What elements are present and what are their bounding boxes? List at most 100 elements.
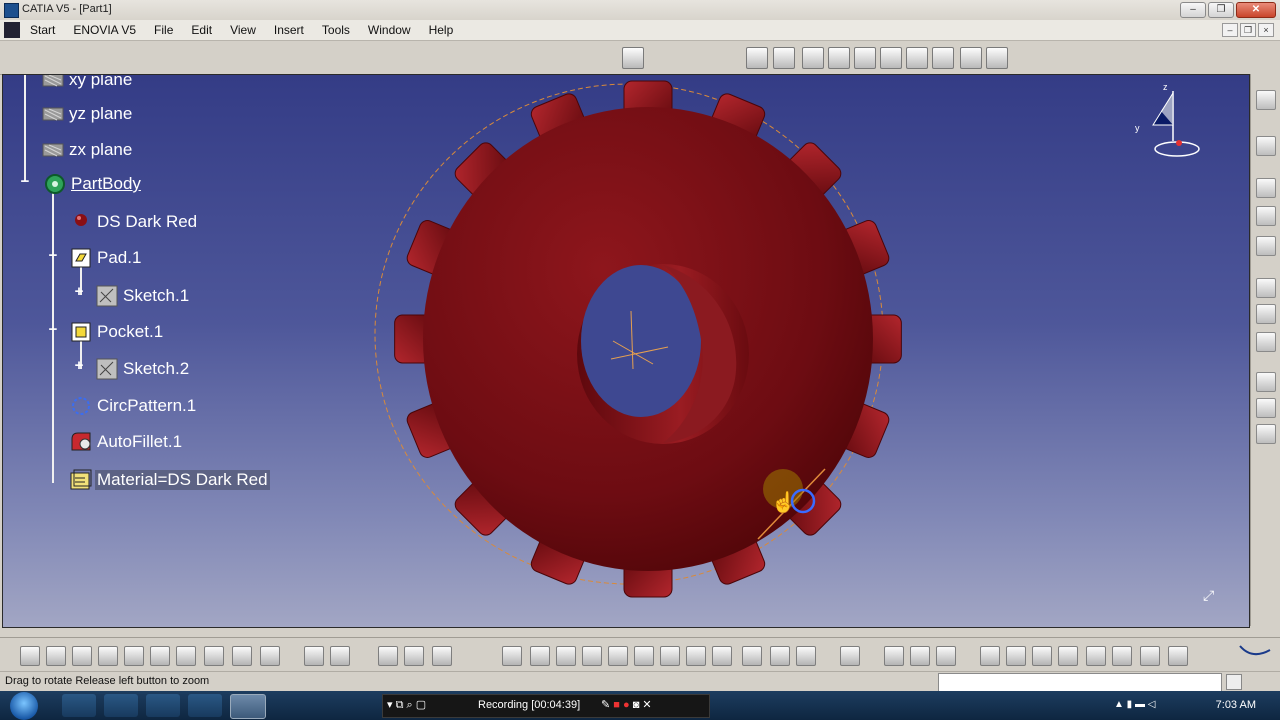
command-toggle-button[interactable]: [1226, 674, 1242, 690]
shading-icon[interactable]: [742, 646, 762, 666]
menu-insert[interactable]: Insert: [265, 20, 313, 40]
expand-sketch2-icon[interactable]: +: [72, 358, 86, 373]
menu-file[interactable]: File: [145, 20, 182, 40]
rotate-icon[interactable]: [582, 646, 602, 666]
plane-view-icon[interactable]: [1168, 646, 1188, 666]
multi-section-icon[interactable]: [960, 47, 982, 69]
close-button[interactable]: ✕: [1236, 2, 1276, 18]
print-icon[interactable]: [98, 646, 118, 666]
3d-viewport[interactable]: ☝ xy plane yz plane zx plane − PartBody …: [2, 74, 1250, 628]
line-icon[interactable]: [1256, 304, 1276, 324]
swap-space-icon[interactable]: [796, 646, 816, 666]
tree-node-sketch2[interactable]: Sketch.2: [95, 356, 191, 382]
open-file-icon[interactable]: [46, 646, 66, 666]
measure-inertia-icon[interactable]: [936, 646, 956, 666]
text-annotation-icon[interactable]: [1256, 178, 1276, 198]
tree-node-autofillet1[interactable]: AutoFillet.1: [69, 429, 184, 455]
render-icon[interactable]: [1006, 646, 1026, 666]
removed-multi-section-icon[interactable]: [986, 47, 1008, 69]
doc-restore-button[interactable]: ❐: [1240, 23, 1256, 37]
stiffener-icon[interactable]: [932, 47, 954, 69]
new-file-icon[interactable]: [20, 646, 40, 666]
tree-node-material[interactable]: Material=DS Dark Red: [69, 467, 270, 493]
select-arrow-icon[interactable]: [1256, 136, 1276, 156]
plane-tool-icon[interactable]: [1256, 332, 1276, 352]
recorder-menu-icon[interactable]: ▾ ⧉ ⌕ ▢: [387, 698, 426, 712]
vlc-icon[interactable]: [188, 694, 222, 717]
explorer-icon[interactable]: [104, 694, 138, 717]
maximize-button[interactable]: ❐: [1208, 2, 1234, 18]
cut-icon[interactable]: [124, 646, 144, 666]
zoom-in-icon[interactable]: [608, 646, 628, 666]
zoom-out-icon[interactable]: [634, 646, 654, 666]
pan-icon[interactable]: [556, 646, 576, 666]
catia-taskbar-icon[interactable]: [230, 694, 266, 719]
doc-minimize-button[interactable]: –: [1222, 23, 1238, 37]
axis-system-icon[interactable]: [1032, 646, 1052, 666]
paste-icon[interactable]: [176, 646, 196, 666]
menu-edit[interactable]: Edit: [182, 20, 221, 40]
rib-icon[interactable]: [880, 47, 902, 69]
measure-icon[interactable]: [1256, 236, 1276, 256]
menu-help[interactable]: Help: [420, 20, 463, 40]
tree-node-pad1[interactable]: Pad.1: [69, 245, 143, 271]
menu-enovia[interactable]: ENOVIA V5: [64, 20, 145, 40]
tree-node-xy-plane[interactable]: xy plane: [41, 75, 134, 93]
menu-window[interactable]: Window: [359, 20, 420, 40]
publication-icon[interactable]: [432, 646, 452, 666]
undo-icon[interactable]: [204, 646, 224, 666]
hole-icon[interactable]: [828, 47, 850, 69]
pocket-icon[interactable]: [773, 47, 795, 69]
collapse-pocket-icon[interactable]: −: [46, 322, 60, 337]
tree-node-sketch1[interactable]: Sketch.1: [95, 283, 191, 309]
slot-icon[interactable]: [906, 47, 928, 69]
hide-show-icon[interactable]: [770, 646, 790, 666]
point-icon[interactable]: [1256, 278, 1276, 298]
tree-node-partbody[interactable]: PartBody: [43, 171, 143, 197]
catalog-icon[interactable]: [378, 646, 398, 666]
menu-view[interactable]: View: [221, 20, 265, 40]
tree-node-ds-dark-red[interactable]: DS Dark Red: [69, 209, 199, 235]
sketch-analysis-icon[interactable]: [1112, 646, 1132, 666]
flag-note-icon[interactable]: [1256, 206, 1276, 226]
boolean-remove-icon[interactable]: [1256, 398, 1276, 418]
measure-between-icon[interactable]: [884, 646, 904, 666]
tree-node-circpattern1[interactable]: CircPattern.1: [69, 393, 198, 419]
compass-widget[interactable]: z y: [1131, 81, 1201, 161]
minimize-button[interactable]: ‒: [1180, 2, 1206, 18]
tree-node-yz-plane[interactable]: yz plane: [41, 101, 134, 127]
expand-sketch1-icon[interactable]: +: [72, 284, 86, 299]
parameters-icon[interactable]: [1140, 646, 1160, 666]
iso-view-icon[interactable]: [712, 646, 732, 666]
command-input[interactable]: [938, 673, 1222, 693]
catia-app-icon[interactable]: [4, 3, 19, 18]
internet-explorer-icon[interactable]: [146, 694, 180, 717]
windows-start-button[interactable]: [10, 692, 38, 720]
normal-view-icon[interactable]: [660, 646, 680, 666]
media-player-icon[interactable]: [62, 694, 96, 717]
tray-icons[interactable]: ▲ ▮ ▬ ◁: [1114, 699, 1155, 710]
knowledge-icon[interactable]: [330, 646, 350, 666]
boolean-add-icon[interactable]: [1256, 372, 1276, 392]
copy-icon[interactable]: [150, 646, 170, 666]
multi-view-icon[interactable]: [686, 646, 706, 666]
whats-this-icon[interactable]: [260, 646, 280, 666]
settings-gear-icon[interactable]: [1256, 90, 1276, 110]
save-icon[interactable]: [72, 646, 92, 666]
doc-close-button[interactable]: ×: [1258, 23, 1274, 37]
menu-start[interactable]: Start: [0, 20, 64, 40]
apply-material-icon[interactable]: [980, 646, 1000, 666]
binary-icon[interactable]: [1058, 646, 1078, 666]
fit-all-icon[interactable]: [530, 646, 550, 666]
gear-model[interactable]: ☝: [363, 79, 903, 599]
update-icon[interactable]: [840, 646, 860, 666]
shaft-icon[interactable]: [802, 47, 824, 69]
formula-icon[interactable]: [304, 646, 324, 666]
table-icon[interactable]: [1086, 646, 1106, 666]
sketcher-icon[interactable]: [622, 47, 644, 69]
fly-mode-icon[interactable]: [502, 646, 522, 666]
boolean-intersect-icon[interactable]: [1256, 424, 1276, 444]
redo-icon[interactable]: [232, 646, 252, 666]
graph-tree-icon[interactable]: [404, 646, 424, 666]
collapse-partbody-icon[interactable]: −: [18, 174, 32, 189]
